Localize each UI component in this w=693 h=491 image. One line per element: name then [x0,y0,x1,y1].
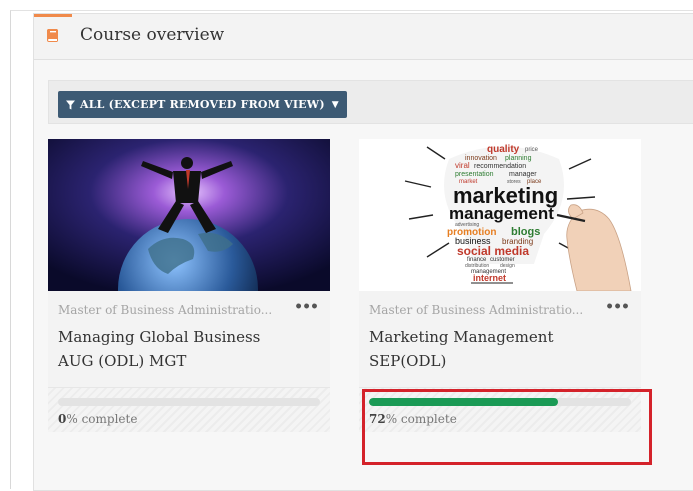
course-image-marketing[interactable]: quality price innovation planning viral … [359,139,641,291]
block-header: Course overview [34,14,693,60]
filter-dropdown-button[interactable]: ALL (EXCEPT REMOVED FROM VIEW) ▼ [58,91,347,118]
word-presentation: presentation [455,171,494,178]
word-management: management [449,204,554,223]
filter-label: ALL (EXCEPT REMOVED FROM VIEW) [80,98,325,111]
course-name-line1: Managing Global Business [58,328,261,346]
book-icon [47,29,58,42]
course-info: Master of Business Administratio... ••• … [359,291,641,387]
course-category: Master of Business Administratio... [369,303,584,317]
header-accent [34,14,72,17]
word-manager: manager [509,171,537,178]
word-viral: viral [455,161,470,170]
filter-bar: ALL (EXCEPT REMOVED FROM VIEW) ▼ [48,80,693,124]
funnel-icon [66,100,75,109]
course-image-global[interactable] [48,139,330,291]
course-progress-area: 0% complete [48,387,330,432]
word-quality: quality [487,144,520,155]
more-icon[interactable]: ••• [294,299,319,315]
progress-bar [58,398,320,406]
more-icon[interactable]: ••• [605,299,630,315]
word-recommendation: recommendation [474,163,526,170]
progress-suffix: % complete [66,412,138,426]
word-social-media: social media [457,244,529,258]
course-name-line2: AUG (ODL) MGT [58,352,187,370]
block-title: Course overview [80,25,225,45]
word-internet: internet [473,273,506,283]
annotation-highlight-box [362,389,652,465]
progress-text: 0% complete [58,412,137,426]
course-card[interactable]: Master of Business Administratio... ••• … [48,139,330,432]
course-name-line2: SEP(ODL) [369,352,447,370]
course-info: Master of Business Administratio... ••• … [48,291,330,387]
caret-down-icon: ▼ [331,99,339,110]
course-name-line1: Marketing Management [369,328,554,346]
course-name-link[interactable]: Marketing Management SEP(ODL) [369,325,629,373]
course-card[interactable]: quality price innovation planning viral … [359,139,641,432]
main-frame: Course overview ALL (EXCEPT REMOVED FROM… [10,10,693,491]
word-innovation: innovation [465,155,497,162]
course-category: Master of Business Administratio... [58,303,273,317]
course-name-link[interactable]: Managing Global Business AUG (ODL) MGT [58,325,318,373]
word-price: price [525,147,539,153]
word-planning: planning [505,155,532,162]
